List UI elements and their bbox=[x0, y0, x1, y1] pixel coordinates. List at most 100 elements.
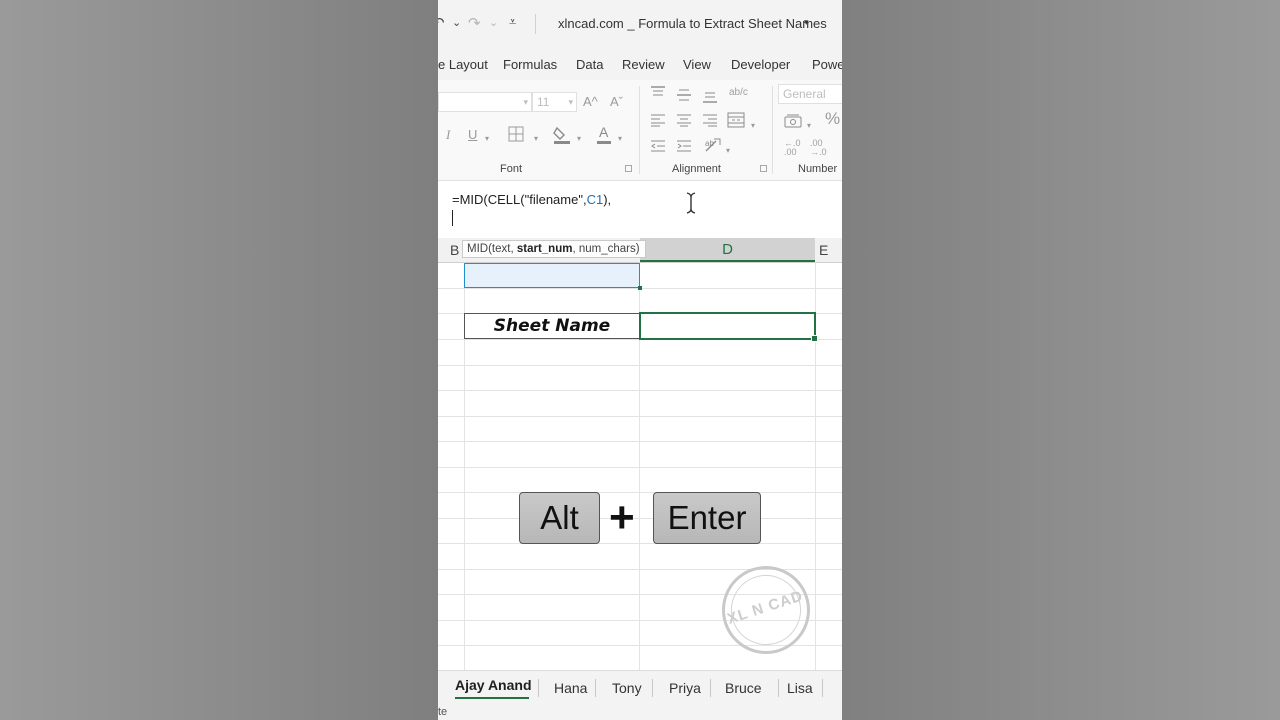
ibeam-cursor-icon bbox=[686, 192, 696, 218]
row-gridline bbox=[438, 467, 842, 468]
ribbon-home: ▾ 11 ▾ A^ Aˇ I U ▾ ▾ ▾ A ▾ Font ab/c ▾ a… bbox=[438, 80, 842, 181]
fill-handle[interactable] bbox=[811, 335, 818, 342]
fill-color-icon[interactable] bbox=[553, 124, 571, 148]
increase-indent-icon[interactable] bbox=[676, 139, 692, 157]
increase-decimal-icon[interactable]: ←.0 .00 bbox=[784, 139, 804, 157]
orientation-dropdown-icon[interactable]: ▾ bbox=[726, 143, 730, 159]
undo-dropdown-icon[interactable]: ⌄ bbox=[452, 16, 461, 29]
decrease-decimal-icon[interactable]: .00 →.0 bbox=[810, 139, 830, 157]
tab-developer[interactable]: Developer bbox=[731, 57, 790, 72]
sheet-tab-lisa[interactable]: Lisa bbox=[787, 680, 813, 696]
merge-icon[interactable] bbox=[727, 112, 745, 132]
svg-text:A: A bbox=[599, 124, 609, 140]
wrap-text-icon[interactable]: ab/c bbox=[729, 85, 748, 101]
plus-sign: + bbox=[609, 493, 635, 542]
font-size-combo[interactable]: 11 ▾ bbox=[532, 92, 577, 112]
column-header-b[interactable]: B bbox=[450, 242, 459, 258]
tab-data[interactable]: Data bbox=[576, 57, 603, 72]
currency-dropdown-icon[interactable]: ▾ bbox=[807, 118, 811, 134]
sheet-tab-hana[interactable]: Hana bbox=[554, 680, 587, 696]
italic-icon[interactable]: I bbox=[446, 127, 450, 143]
tab-separator bbox=[822, 679, 823, 697]
orientation-icon[interactable]: ab bbox=[704, 137, 722, 157]
blurred-background-right bbox=[842, 0, 1280, 720]
tab-review[interactable]: Review bbox=[622, 57, 665, 72]
tooltip-remaining-args: , num_chars) bbox=[572, 243, 640, 255]
document-title[interactable]: xlncad.com _ Formula to Extract Sheet Na… bbox=[558, 16, 827, 31]
number-format-combo[interactable]: General bbox=[778, 84, 842, 104]
title-bar: ↶ ⌄ ↷ ⌄ ⩡ xlncad.com _ Formula to Extrac… bbox=[438, 0, 842, 48]
align-center-icon[interactable] bbox=[676, 113, 692, 131]
borders-dropdown-icon[interactable]: ▾ bbox=[534, 131, 538, 147]
currency-icon[interactable] bbox=[784, 113, 802, 133]
tab-separator bbox=[595, 679, 596, 697]
active-tab-indicator bbox=[455, 697, 529, 699]
tooltip-function: MID(text, bbox=[467, 243, 517, 255]
status-text: te bbox=[438, 706, 448, 718]
blurred-background-left bbox=[0, 0, 438, 720]
underline-icon[interactable]: U bbox=[468, 127, 477, 143]
redo-dropdown-icon[interactable]: ⌄ bbox=[489, 16, 498, 29]
borders-icon[interactable] bbox=[508, 126, 524, 146]
tab-page-layout[interactable]: e Layout bbox=[438, 57, 488, 72]
align-top-icon[interactable] bbox=[650, 86, 666, 104]
group-font-label: Font bbox=[500, 163, 523, 175]
underline-dropdown-icon[interactable]: ▾ bbox=[485, 131, 489, 147]
fill-handle[interactable] bbox=[638, 286, 642, 290]
row-gridline bbox=[438, 416, 842, 417]
sheet-tab-tony[interactable]: Tony bbox=[612, 680, 642, 696]
fill-dropdown-icon[interactable]: ▾ bbox=[577, 131, 581, 147]
tab-formulas[interactable]: Formulas bbox=[503, 57, 557, 72]
excel-window: ↶ ⌄ ↷ ⌄ ⩡ xlncad.com _ Formula to Extrac… bbox=[438, 0, 842, 720]
increase-font-icon[interactable]: A^ bbox=[583, 94, 598, 110]
sheet-tab-ajay-anand[interactable]: Ajay Anand bbox=[455, 677, 532, 693]
row-gridline bbox=[438, 365, 842, 366]
cell-sheet-name-label[interactable]: Sheet Name bbox=[464, 313, 640, 339]
ribbon-tabs: e Layout Formulas Data Review View Devel… bbox=[438, 48, 842, 80]
redo-icon[interactable]: ↷ bbox=[468, 14, 481, 32]
align-middle-icon[interactable] bbox=[676, 88, 692, 106]
font-dialog-launcher-icon[interactable] bbox=[625, 165, 632, 172]
column-header-e[interactable]: E bbox=[819, 242, 828, 258]
group-alignment-label: Alignment bbox=[672, 163, 721, 175]
formula-cell-reference: C1 bbox=[586, 192, 604, 207]
row-gridline bbox=[438, 543, 842, 544]
column-header-d[interactable]: D bbox=[640, 238, 815, 262]
formula-bar[interactable]: =MID(CELL("filename",C1), bbox=[438, 181, 842, 240]
active-cell-d3[interactable] bbox=[639, 312, 818, 342]
font-color-icon[interactable]: A bbox=[596, 124, 612, 148]
tab-view[interactable]: View bbox=[683, 57, 711, 72]
decrease-indent-icon[interactable] bbox=[650, 139, 666, 157]
formula-text[interactable]: =MID(CELL("filename",C1), bbox=[452, 192, 611, 207]
decrease-font-icon[interactable]: Aˇ bbox=[610, 94, 623, 110]
align-right-icon[interactable] bbox=[702, 113, 718, 131]
font-name-combo[interactable]: ▾ bbox=[438, 92, 532, 112]
sheet-tab-bruce[interactable]: Bruce bbox=[725, 680, 762, 696]
tooltip-current-argument: start_num bbox=[516, 243, 573, 255]
tab-separator bbox=[710, 679, 711, 697]
undo-icon[interactable]: ↶ bbox=[438, 14, 445, 32]
customize-toolbar-icon[interactable]: ⩡ bbox=[509, 14, 516, 30]
function-tooltip[interactable]: MID(text, start_num, num_chars) bbox=[462, 240, 646, 258]
align-left-icon[interactable] bbox=[650, 113, 666, 131]
font-size-value: 11 bbox=[537, 95, 550, 109]
cell-c1-referenced[interactable] bbox=[464, 263, 640, 288]
column-headers: B D E MID(text, start_num, num_chars) bbox=[438, 238, 842, 263]
tab-separator bbox=[538, 679, 539, 697]
formula-part: =MID(CELL("filename", bbox=[452, 192, 587, 207]
percent-icon[interactable]: % bbox=[825, 110, 840, 127]
alignment-dialog-launcher-icon[interactable] bbox=[760, 165, 767, 172]
tab-power[interactable]: Powe bbox=[812, 57, 842, 72]
svg-text:ab: ab bbox=[705, 139, 714, 148]
formula-part: ), bbox=[603, 192, 612, 207]
align-bottom-icon[interactable] bbox=[702, 90, 718, 108]
row-gridline bbox=[438, 441, 842, 442]
title-dropdown-icon[interactable]: ▾ bbox=[804, 17, 809, 28]
font-color-dropdown-icon[interactable]: ▾ bbox=[618, 131, 622, 147]
row-gridline bbox=[438, 390, 842, 391]
ribbon-separator bbox=[772, 86, 773, 174]
tab-separator bbox=[652, 679, 653, 697]
merge-dropdown-icon[interactable]: ▾ bbox=[751, 118, 755, 134]
number-format-value: General bbox=[783, 87, 826, 101]
sheet-tab-priya[interactable]: Priya bbox=[669, 680, 701, 696]
